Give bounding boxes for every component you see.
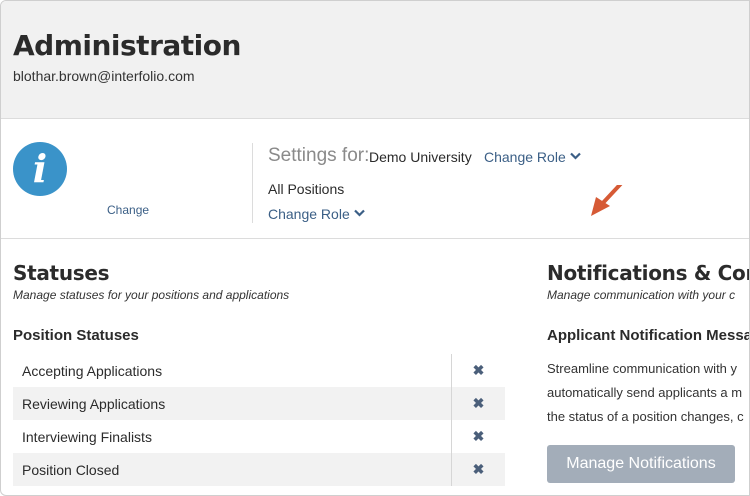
status-label: Position Closed	[22, 461, 120, 478]
position-status-list: Accepting Applications ✖ Reviewing Appli…	[13, 354, 505, 486]
status-label: Interviewing Finalists	[22, 428, 152, 445]
status-label: Accepting Applications	[22, 362, 163, 379]
status-row: Interviewing Finalists ✖	[13, 420, 505, 453]
change-position-role-link[interactable]: Change Role	[268, 206, 365, 222]
notifications-title: Notifications & Com	[547, 261, 750, 285]
manage-notifications-button[interactable]: Manage Notifications	[547, 445, 735, 483]
organization-name: Demo University	[369, 149, 472, 165]
status-row: Reviewing Applications ✖	[13, 387, 505, 420]
info-icon[interactable]: i	[13, 142, 67, 196]
statuses-title: Statuses	[13, 261, 110, 285]
statuses-subtitle: Manage statuses for your positions and a…	[13, 288, 290, 302]
status-row: Position Closed ✖	[13, 453, 505, 486]
description-line: Streamline communication with y	[547, 361, 738, 376]
remove-icon[interactable]: ✖	[451, 453, 505, 486]
page-title: Administration	[13, 29, 241, 62]
description-line: automatically send applicants a m	[547, 385, 743, 400]
chevron-down-icon	[353, 208, 365, 220]
change-role-label: Change Role	[268, 206, 350, 222]
admin-window: Administration blothar.brown@interfolio.…	[0, 0, 750, 496]
notifications-description: Streamline communication with y automati…	[547, 357, 744, 429]
chevron-down-icon	[569, 151, 581, 163]
info-glyph: i	[32, 146, 48, 191]
position-statuses-heading: Position Statuses	[13, 327, 139, 344]
settings-panel: i Change Settings for: Demo University C…	[1, 119, 749, 239]
position-scope: All Positions	[268, 181, 345, 197]
notifications-subtitle: Manage communication with your c	[547, 288, 736, 302]
remove-icon[interactable]: ✖	[451, 420, 505, 453]
divider	[252, 143, 253, 223]
remove-icon[interactable]: ✖	[451, 387, 505, 420]
description-line: the status of a position changes, c	[547, 409, 744, 424]
user-email: blothar.brown@interfolio.com	[13, 68, 195, 84]
remove-icon[interactable]: ✖	[451, 354, 505, 387]
status-row: Accepting Applications ✖	[13, 354, 505, 387]
change-role-link[interactable]: Change Role	[484, 149, 581, 165]
change-role-label: Change Role	[484, 149, 566, 165]
applicant-notification-heading: Applicant Notification Messag	[547, 327, 750, 344]
settings-for-label: Settings for:	[268, 145, 370, 166]
page-header: Administration blothar.brown@interfolio.…	[1, 1, 749, 119]
status-label: Reviewing Applications	[22, 395, 166, 412]
change-logo-link[interactable]: Change	[107, 203, 149, 217]
